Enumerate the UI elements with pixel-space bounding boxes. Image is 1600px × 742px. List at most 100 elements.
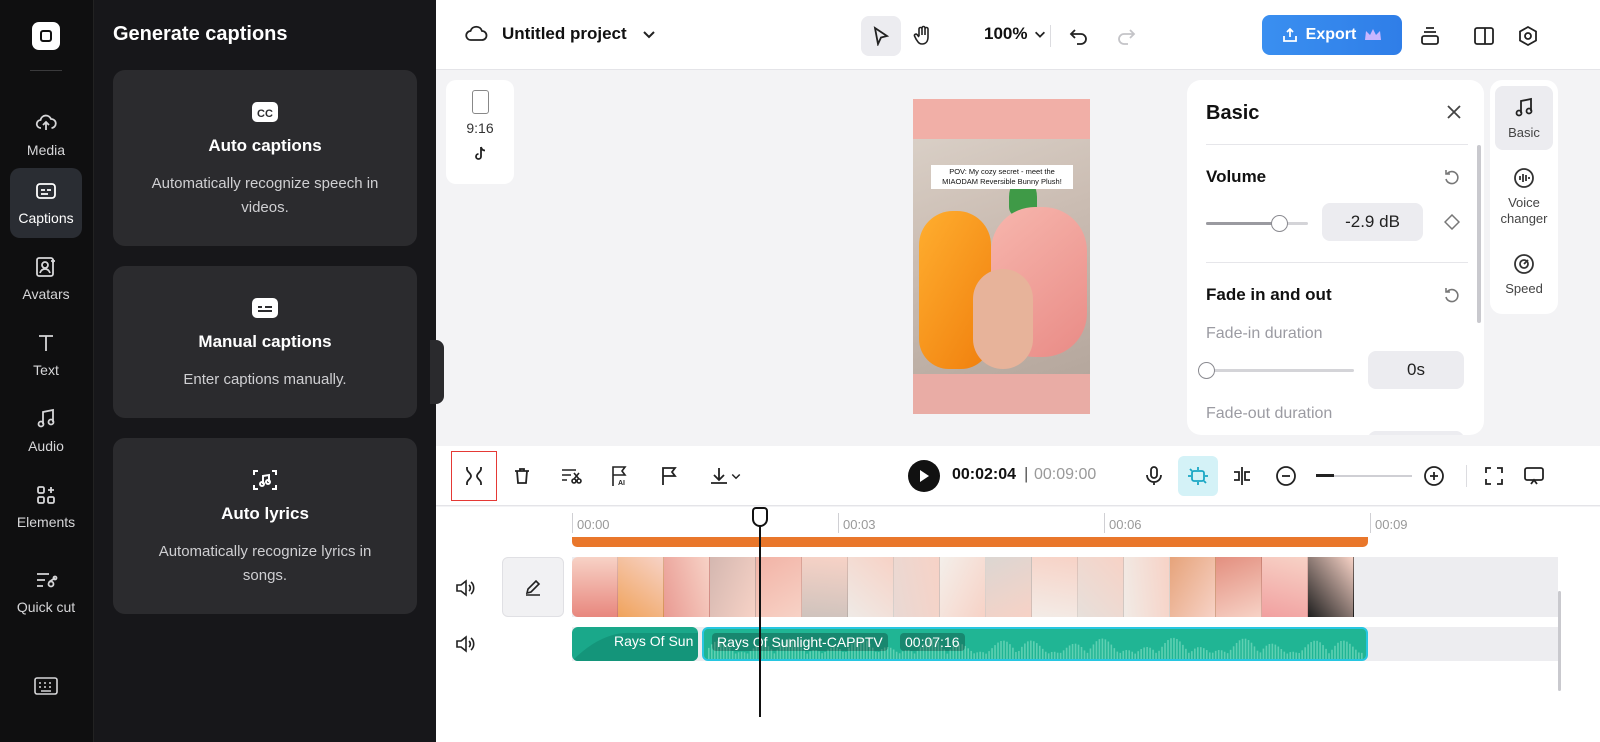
auto-snap-button[interactable]	[1178, 456, 1218, 496]
speaker-icon[interactable]	[454, 577, 476, 599]
rail-item-avatars[interactable]: Avatars	[10, 244, 82, 314]
microphone-button[interactable]	[1134, 456, 1174, 496]
reset-icon[interactable]	[1442, 167, 1462, 187]
video-clip[interactable]	[572, 557, 1368, 617]
waveform-bar	[740, 651, 743, 659]
trash-icon	[515, 468, 529, 484]
rail-item-elements[interactable]: Elements	[10, 472, 82, 542]
waveform-bar	[821, 653, 823, 659]
zoom-dropdown[interactable]: 100%	[984, 24, 1047, 44]
waveform-bar	[1009, 644, 1011, 659]
close-icon[interactable]	[1444, 102, 1464, 122]
download-dropdown[interactable]	[700, 456, 750, 496]
fade-in-value-input[interactable]: 0s	[1368, 351, 1464, 389]
aspect-ratio-card[interactable]: 9:16	[446, 80, 514, 184]
phone-icon	[471, 90, 489, 114]
cut-button[interactable]	[551, 456, 591, 496]
timeline[interactable]: 00:00 00:03 00:06 00:09 Rays Of Sun Rays…	[436, 507, 1600, 742]
tab-voice-changer[interactable]: Voice changer	[1495, 166, 1553, 230]
ai-caption-button[interactable]: AI	[600, 456, 640, 496]
chevron-down-icon	[1035, 31, 1046, 38]
keyboard-icon[interactable]	[34, 676, 58, 696]
waveform-bar	[1044, 651, 1047, 659]
export-label: Export	[1305, 26, 1357, 43]
waveform-bar	[1134, 653, 1136, 659]
hand-tool-button[interactable]	[903, 16, 943, 56]
card-title: Manual captions	[198, 332, 332, 351]
caption-track-bar[interactable]	[572, 537, 1368, 547]
waveform-bar	[746, 653, 749, 659]
video-preview[interactable]: POV: My cozy secret - meet the MIAODAM R…	[913, 99, 1090, 414]
keyframe-diamond-icon[interactable]	[1444, 214, 1460, 230]
fade-in-slider-track[interactable]	[1206, 369, 1354, 372]
audio-clip[interactable]: Rays Of Sun	[572, 627, 698, 661]
audio-clip-selected[interactable]: Rays Of Sunlight-CAPPTV 00:07:16	[702, 627, 1368, 661]
marker-button[interactable]	[649, 456, 689, 496]
volume-value-input[interactable]: -2.9 dB	[1322, 203, 1423, 241]
video-thumbnail	[1170, 557, 1216, 617]
split-button[interactable]	[451, 451, 497, 501]
playhead[interactable]	[759, 507, 761, 717]
rail-item-media[interactable]: Media	[10, 100, 82, 170]
rail-item-quick-cut[interactable]: Quick cut	[10, 552, 82, 632]
auto-lyrics-card[interactable]: Auto lyrics Automatically recognize lyri…	[113, 438, 417, 614]
rail-item-audio[interactable]: Audio	[10, 396, 82, 466]
waveform-bar	[1289, 652, 1292, 659]
crown-icon	[1365, 29, 1382, 40]
waveform-bar	[1110, 644, 1113, 659]
waveform-bar	[1247, 640, 1250, 659]
volume-slider-knob[interactable]	[1271, 215, 1289, 232]
rail-item-text[interactable]: Text	[10, 320, 82, 390]
fullscreen-button[interactable]	[1474, 456, 1514, 496]
edit-cover-button[interactable]	[502, 557, 564, 617]
undo-button[interactable]	[1059, 16, 1099, 56]
app-logo[interactable]	[32, 22, 60, 50]
tab-speed[interactable]: Speed	[1495, 252, 1553, 306]
zoom-out-button[interactable]	[1266, 456, 1306, 496]
waveform-bar	[1152, 649, 1154, 659]
waveform-bar	[1241, 638, 1244, 659]
waveform-bar	[1355, 649, 1357, 659]
video-thumbnail	[940, 557, 986, 617]
layers-button[interactable]	[1410, 16, 1450, 56]
playhead-handle[interactable]	[752, 507, 768, 527]
split-view-button[interactable]	[1222, 456, 1262, 496]
comment-button[interactable]	[1514, 456, 1554, 496]
export-button[interactable]: Export	[1262, 15, 1402, 55]
auto-captions-card[interactable]: CC Auto captions Automatically recognize…	[113, 70, 417, 246]
waveform-bar	[1131, 651, 1134, 659]
waveform-bar	[901, 651, 904, 659]
waveform-bar	[1238, 640, 1241, 659]
right-tools: Basic Voice changer Speed	[1490, 80, 1558, 314]
project-name-dropdown[interactable]: Untitled project	[464, 22, 657, 46]
waveform-bar	[1259, 652, 1262, 659]
zoom-value: 100%	[984, 24, 1028, 43]
fade-in-slider-knob[interactable]	[1198, 362, 1215, 379]
tab-basic[interactable]: Basic	[1495, 86, 1553, 150]
tick-mark	[1104, 513, 1105, 533]
basic-panel-scrollbar[interactable]	[1477, 145, 1481, 323]
waveform-bar	[976, 652, 978, 659]
panel-layout-button[interactable]	[1464, 16, 1504, 56]
play-button[interactable]	[908, 460, 940, 492]
waveform-bar	[1340, 641, 1342, 659]
captions-panel: Generate captions CC Auto captions Autom…	[94, 0, 436, 742]
delete-button[interactable]	[502, 456, 542, 496]
zoom-in-button[interactable]	[1414, 456, 1454, 496]
timeline-scrollbar[interactable]	[1558, 591, 1561, 691]
fade-out-value-input[interactable]	[1368, 431, 1464, 435]
redo-button[interactable]	[1106, 16, 1146, 56]
preview-blur-top	[913, 99, 1090, 139]
panel-collapse-handle[interactable]	[430, 340, 444, 404]
speaker-icon[interactable]	[454, 633, 476, 655]
waveform-bar	[1116, 651, 1119, 659]
waveform-bar	[1107, 641, 1110, 659]
select-tool-button[interactable]	[861, 16, 901, 56]
waveform-bar	[1146, 647, 1148, 659]
reset-icon[interactable]	[1442, 285, 1462, 305]
tab-label: Basic	[1508, 125, 1540, 140]
manual-captions-card[interactable]: Manual captions Enter captions manually.	[113, 266, 417, 418]
rail-item-captions[interactable]: Captions	[10, 168, 82, 238]
waveform-bar	[916, 650, 919, 659]
settings-button[interactable]	[1508, 16, 1548, 56]
